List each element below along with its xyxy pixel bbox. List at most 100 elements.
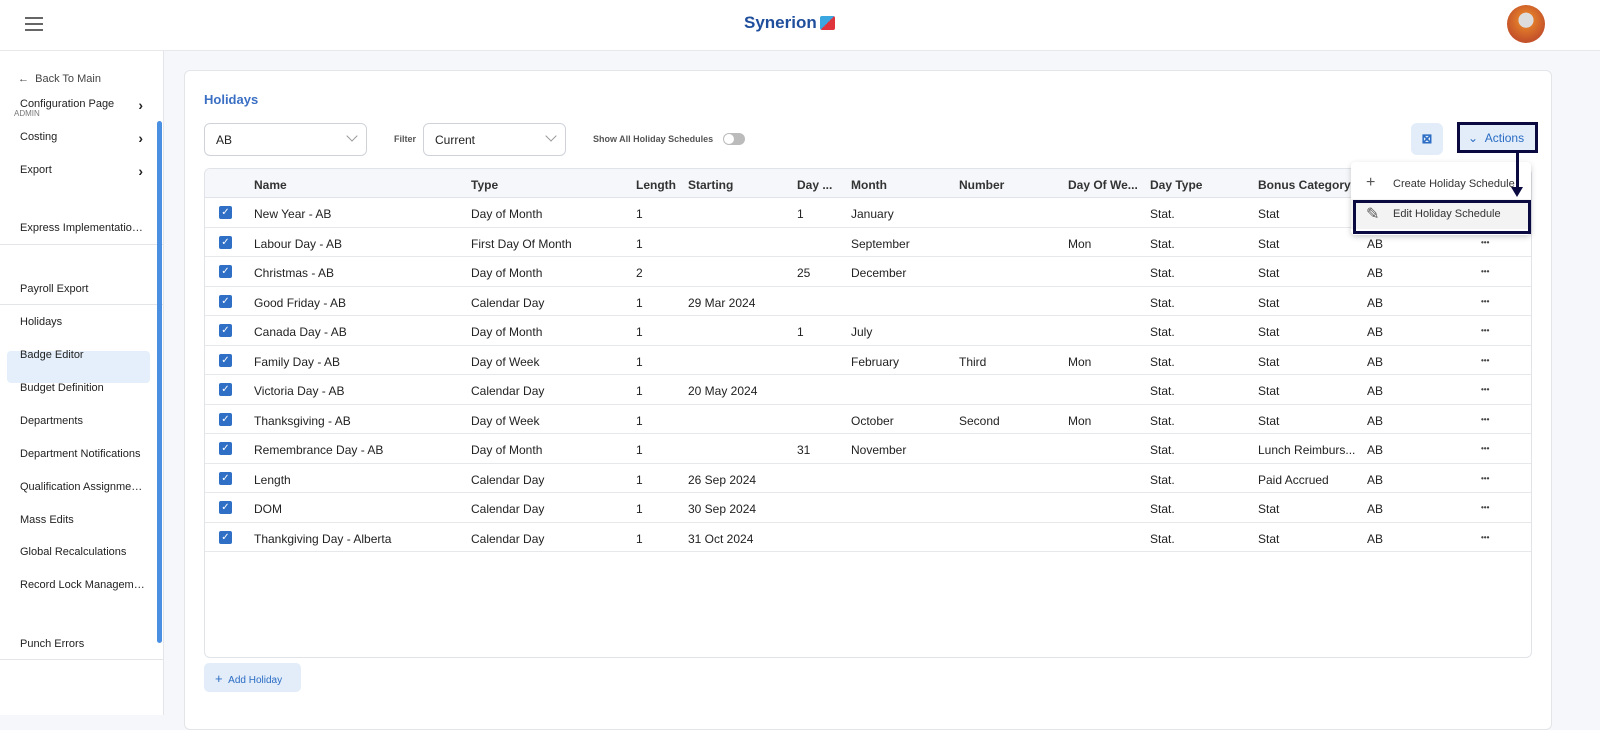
table-cell: AB <box>1367 325 1384 339</box>
table-cell: Stat <box>1258 236 1280 251</box>
chevron-down-icon <box>346 130 358 142</box>
chevron-down-icon: ⌄ <box>1468 131 1479 145</box>
column-header[interactable]: Month <box>851 178 951 192</box>
row-more-icon[interactable]: ••• <box>1481 267 1489 276</box>
sidebar-scrollbar[interactable] <box>157 121 162 643</box>
table-cell: AB <box>1367 236 1384 251</box>
sidebar-item[interactable]: Budget Definition <box>20 382 145 394</box>
sidebar-item[interactable]: Department Notifications <box>20 448 145 460</box>
row-checkbox[interactable]: ✓ <box>219 265 232 278</box>
table-row[interactable]: ✓ Thanksgiving - AB Day of Week 1 October Sec… <box>205 405 1531 434</box>
table-row[interactable]: ✓ Canada Day - AB Day of Month 1 1 July Stat. S… <box>205 316 1531 346</box>
hamburger-menu-icon[interactable] <box>25 17 43 31</box>
back-to-main-link[interactable]: ← Back To Main <box>18 73 143 85</box>
filter-select[interactable]: Current <box>423 123 566 156</box>
table-cell: AB <box>1367 531 1384 546</box>
sidebar-item[interactable]: Global Recalculations <box>20 546 145 558</box>
table-row[interactable]: ✓ Labour Day - AB First Day Of Month 1 Septe… <box>205 228 1531 257</box>
sidebar-item-label: Configuration Page <box>20 98 115 110</box>
column-header[interactable]: Type <box>471 178 631 192</box>
table-cell: 30 Sep 2024 <box>688 502 757 516</box>
schedule-select[interactable]: AB <box>204 123 367 156</box>
row-more-icon[interactable]: ••• <box>1481 415 1489 424</box>
sidebar-item[interactable]: Punch Errors <box>20 638 145 650</box>
row-checkbox[interactable]: ✓ <box>219 383 232 396</box>
row-checkbox[interactable]: ✓ <box>219 353 232 367</box>
table-cell: Good Friday - AB <box>254 295 347 310</box>
column-header[interactable]: Bonus Category <box>1258 178 1358 192</box>
show-all-toggle[interactable] <box>723 133 745 145</box>
table-cell: Calendar Day <box>471 384 545 398</box>
table-row[interactable]: ✓ Length Calendar Day 1 26 Sep 2024 Stat. Paid… <box>205 464 1531 493</box>
row-checkbox[interactable]: ✓ <box>219 442 232 455</box>
table-row[interactable]: ✓ DOM Calendar Day 1 30 Sep 2024 Stat. Stat AB •… <box>205 493 1531 523</box>
table-cell: Lunch Reimburs... <box>1258 443 1356 457</box>
divider <box>0 304 163 305</box>
column-header[interactable]: Name <box>254 178 464 192</box>
sidebar-item[interactable]: Qualification Assignments <box>20 481 145 493</box>
sidebar-item[interactable]: Mass Edits <box>20 514 145 526</box>
table-cell: Stat. <box>1150 443 1175 457</box>
table-cell: Day of Week <box>471 354 540 369</box>
column-header[interactable]: Day ... <box>797 178 842 192</box>
row-more-icon[interactable]: ••• <box>1481 356 1489 365</box>
column-header[interactable]: Day Type <box>1150 178 1250 192</box>
actions-button[interactable]: ⌄ Actions <box>1457 122 1538 153</box>
table-cell: Family Day - AB <box>254 354 341 369</box>
sidebar-item[interactable]: Departments <box>20 415 145 427</box>
sidebar-item[interactable]: Badge Editor <box>20 349 145 361</box>
table-row[interactable]: ✓ Christmas - AB Day of Month 2 25 December St… <box>205 257 1531 287</box>
column-header[interactable]: Day Of We... <box>1068 178 1143 192</box>
row-more-icon[interactable]: ••• <box>1481 444 1489 453</box>
column-header[interactable]: Number <box>959 178 1059 192</box>
table-cell: Christmas - AB <box>254 266 335 280</box>
row-checkbox[interactable]: ✓ <box>219 471 232 485</box>
table-cell: Second <box>959 413 1000 428</box>
sidebar-item[interactable]: Configuration Page › <box>20 98 145 110</box>
sidebar-item[interactable]: Costing › <box>20 131 145 143</box>
add-holiday-button[interactable]: + Add Holiday <box>204 663 301 692</box>
row-more-icon[interactable]: ••• <box>1481 385 1489 394</box>
table-row[interactable]: ✓ Thankgiving Day - Alberta Calendar Day 1 3… <box>205 523 1531 552</box>
sidebar-item[interactable]: Holidays <box>20 316 145 328</box>
row-more-icon[interactable]: ••• <box>1481 238 1489 247</box>
user-avatar[interactable] <box>1507 5 1545 43</box>
table-cell: Stat <box>1258 354 1280 369</box>
row-checkbox[interactable]: ✓ <box>219 324 232 337</box>
sidebar-item-label: Payroll Export <box>20 283 89 295</box>
sidebar-item[interactable]: Payroll Export <box>20 283 145 295</box>
row-checkbox[interactable]: ✓ <box>219 501 232 514</box>
menu-item-create-holiday-schedule[interactable]: + Create Holiday Schedule <box>1351 169 1531 199</box>
plus-icon: + <box>1366 174 1376 191</box>
table-row[interactable]: ✓ Good Friday - AB Calendar Day 1 29 Mar 202… <box>205 287 1531 316</box>
row-checkbox[interactable]: ✓ <box>219 530 232 544</box>
row-more-icon[interactable]: ••• <box>1481 474 1489 483</box>
excel-export-button[interactable]: ⊠ <box>1411 123 1443 155</box>
table-cell: Stat <box>1258 413 1280 428</box>
row-checkbox[interactable]: ✓ <box>219 206 232 219</box>
row-checkbox[interactable]: ✓ <box>219 412 232 426</box>
row-more-icon[interactable]: ••• <box>1481 297 1489 306</box>
table-row[interactable]: ✓ Victoria Day - AB Calendar Day 1 20 May 20… <box>205 375 1531 405</box>
sidebar-item[interactable]: Export › <box>20 164 145 176</box>
row-more-icon[interactable]: ••• <box>1481 503 1489 512</box>
table-cell: Canada Day - AB <box>254 325 347 339</box>
table-cell: Stat <box>1258 207 1280 221</box>
menu-label: Create Holiday Schedule <box>1393 178 1515 190</box>
divider <box>0 659 163 660</box>
row-more-icon[interactable]: ••• <box>1481 326 1489 335</box>
row-checkbox[interactable]: ✓ <box>219 235 232 249</box>
table-row[interactable]: ✓ Family Day - AB Day of Week 1 February Thir… <box>205 346 1531 375</box>
table-row[interactable]: ✓ New Year - AB Day of Month 1 1 January Stat.… <box>205 198 1531 228</box>
row-more-icon[interactable]: ••• <box>1481 533 1489 542</box>
column-header[interactable]: Length <box>636 178 681 192</box>
table-cell: 1 <box>636 531 643 546</box>
sidebar-item[interactable]: Express Implementation P... <box>20 222 145 234</box>
table-cell: 1 <box>636 413 643 428</box>
row-checkbox[interactable]: ✓ <box>219 294 232 308</box>
table-row[interactable]: ✓ Remembrance Day - AB Day of Month 1 31 Nove… <box>205 434 1531 464</box>
sidebar-item[interactable]: Record Lock Management <box>20 579 145 591</box>
table-cell: 31 <box>797 443 811 457</box>
column-header[interactable]: Starting <box>688 178 788 192</box>
table-cell: 1 <box>636 502 643 516</box>
